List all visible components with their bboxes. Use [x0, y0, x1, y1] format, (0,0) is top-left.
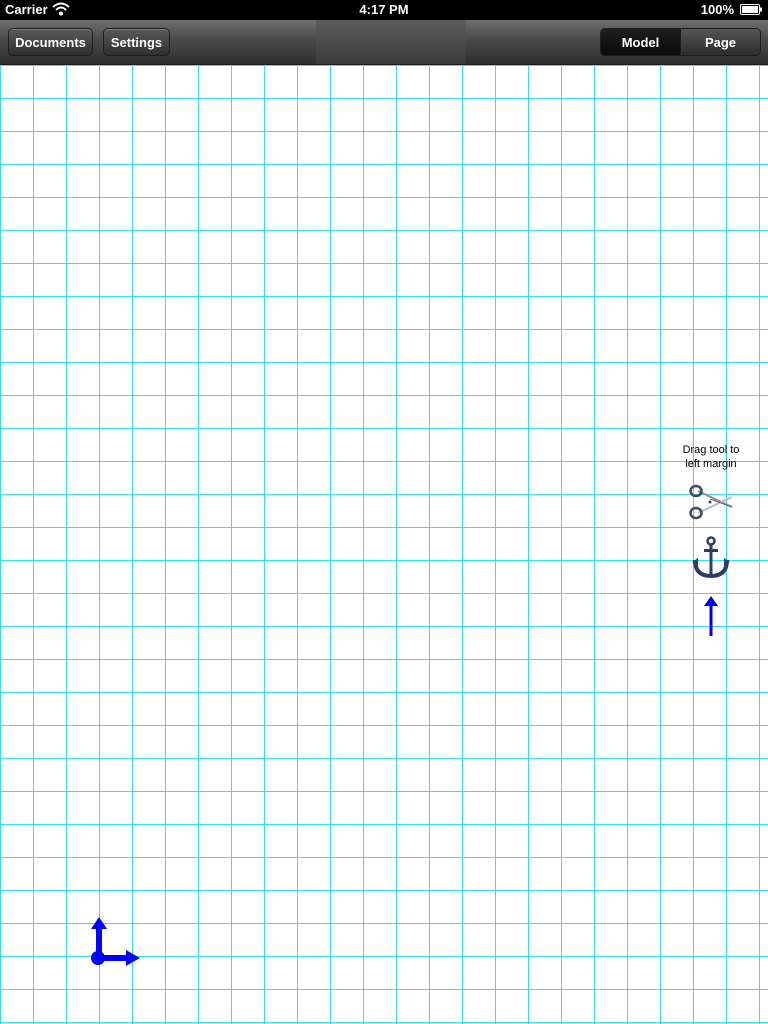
clock: 4:17 PM [359, 2, 409, 17]
anchor-icon[interactable] [692, 536, 730, 580]
axes-icon[interactable] [86, 915, 142, 969]
scissors-icon[interactable] [688, 483, 734, 521]
grid-canvas[interactable] [0, 65, 768, 1024]
segment-page[interactable]: Page [680, 29, 760, 55]
arrow-up-icon[interactable] [704, 596, 718, 636]
settings-button[interactable]: Settings [103, 28, 170, 56]
segment-model[interactable]: Model [601, 29, 680, 55]
battery-icon [740, 4, 762, 15]
view-mode-segmented-control: Model Page [600, 28, 761, 56]
status-bar: Carrier 4:17 PM 100% [0, 0, 768, 20]
documents-button[interactable]: Documents [8, 28, 93, 56]
battery-percent: 100% [700, 2, 734, 17]
toolbar: Documents Settings Model Page [0, 20, 768, 65]
toolbar-title-area [316, 20, 466, 64]
tool-hint-text: Drag tool to left margin [682, 444, 740, 470]
